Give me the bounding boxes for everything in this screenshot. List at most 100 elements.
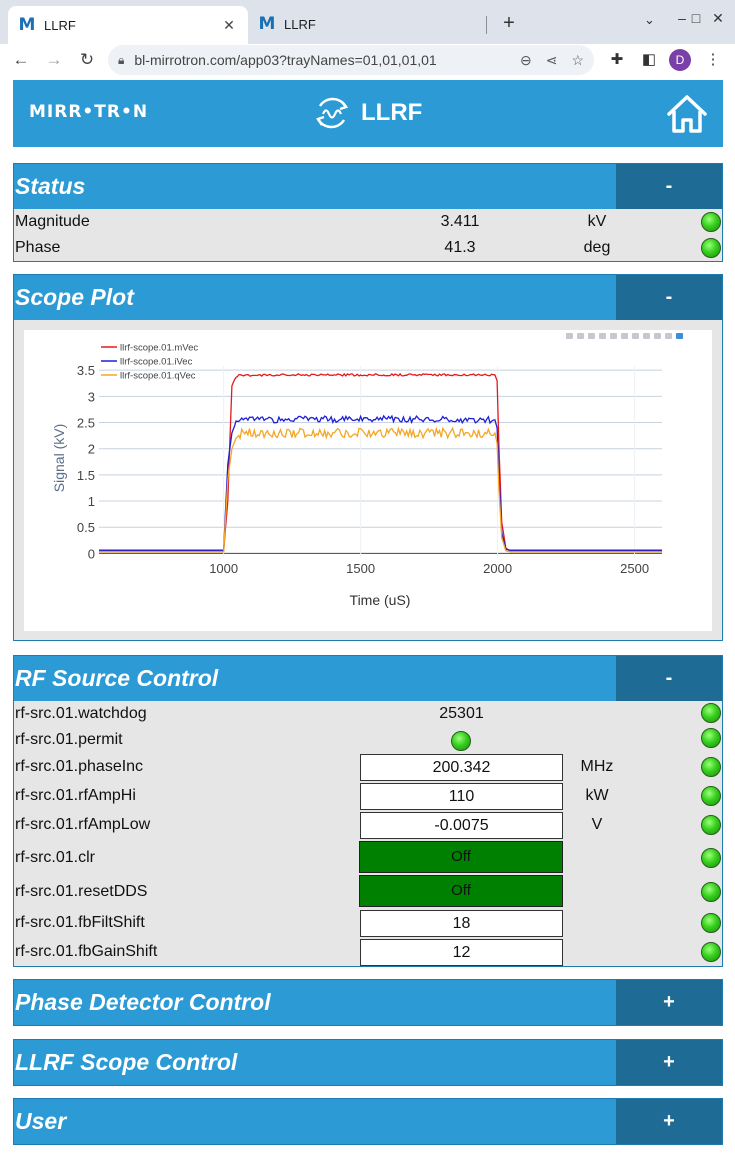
clr-toggle-button[interactable]: Off	[359, 841, 563, 873]
status-value: 41.3	[444, 239, 476, 256]
rf-unit: V	[591, 816, 603, 833]
extensions-icon[interactable]: ✚	[606, 49, 628, 71]
new-tab-plus-icon[interactable]: +	[498, 12, 520, 35]
tab-search-chevron-icon[interactable]: ⌄	[644, 12, 655, 28]
fbgainshift-input[interactable]: 12	[360, 939, 563, 966]
x-tick-label: 1500	[346, 561, 375, 576]
rf-led-indicator	[701, 942, 721, 962]
y-tick-label: 3.5	[77, 363, 95, 378]
scope-plot-collapse-button[interactable]: -	[616, 275, 722, 320]
reload-icon[interactable]: ↻	[76, 49, 98, 71]
user-panel-header: User +	[14, 1099, 722, 1144]
rf-led-indicator	[701, 757, 721, 777]
chart-series-layer	[99, 372, 662, 553]
zoom-icon[interactable]: ⊖	[520, 52, 532, 69]
rf-label: rf-src.01.phaseInc	[15, 758, 144, 775]
url-text[interactable]: bl-mirrotron.com/app03?trayNames=01,01,0…	[134, 52, 506, 68]
bookmark-star-icon[interactable]: ☆	[571, 52, 584, 69]
fbfiltshift-input[interactable]: 18	[360, 910, 563, 937]
pan-icon[interactable]	[588, 333, 595, 339]
side-panel-icon[interactable]: ◧	[638, 49, 660, 71]
menu-kebab-icon[interactable]: ⋮	[702, 49, 724, 71]
y-tick-label: 1.5	[77, 468, 95, 483]
scope-chart[interactable]: 0 0.5 1 1.5 2 2.5 3 3.5 1000 1500 2000 2500 llrf-sc…	[24, 330, 712, 631]
rfamplow-input[interactable]: -0.0075	[360, 812, 563, 839]
chart-grid	[99, 366, 662, 556]
rf-led-indicator	[701, 703, 721, 723]
status-row-phase: Phase 41.3 deg	[14, 235, 722, 261]
chart-x-axis-label: Time (uS)	[350, 592, 411, 608]
rf-row-clr: rf-src.01.clr Off	[14, 840, 722, 874]
close-window-icon[interactable]: ✕	[708, 10, 728, 27]
status-panel-title: Status	[15, 173, 86, 199]
rf-value: 25301	[439, 705, 484, 722]
series-line-2	[99, 414, 662, 551]
x-tick-label: 1000	[209, 561, 238, 576]
tab-favicon: M	[258, 14, 276, 34]
status-unit: kV	[587, 213, 607, 230]
llrf-scope-control-panel-header: LLRF Scope Control +	[14, 1040, 722, 1085]
home-icon[interactable]	[665, 92, 709, 136]
rf-source-collapse-button[interactable]: -	[616, 656, 722, 701]
tab-title: LLRF	[284, 16, 316, 32]
phase-detector-panel-header: Phase Detector Control +	[14, 980, 722, 1025]
browser-tab-llrf[interactable]: M LLRF	[252, 8, 484, 40]
rf-unit: kW	[585, 787, 609, 804]
maximize-icon[interactable]: □	[676, 10, 700, 26]
address-bar[interactable]: 🔒︎ bl-mirrotron.com/app03?trayNames=01,0…	[108, 45, 594, 75]
scope-plot-panel: Scope Plot - 0 0.5 1 1.5 2 2.5 3 3.5 1000 1500 200…	[13, 274, 723, 641]
phaseinc-input[interactable]: 200.342	[360, 754, 563, 781]
rf-label: rf-src.01.fbGainShift	[15, 943, 158, 960]
user-panel-title: User	[15, 1108, 67, 1134]
rf-row-fbfiltshift: rf-src.01.fbFiltShift 18	[14, 908, 722, 937]
rf-led-indicator	[701, 882, 721, 902]
hover-closest-icon[interactable]	[654, 333, 661, 339]
rf-label: rf-src.01.fbFiltShift	[15, 914, 145, 931]
llrf-scope-control-panel: LLRF Scope Control +	[13, 1039, 723, 1086]
back-arrow-icon[interactable]: ←	[10, 49, 32, 71]
rf-row-fbgainshift: rf-src.01.fbGainShift 12	[14, 937, 722, 966]
forward-arrow-icon[interactable]: →	[43, 49, 65, 71]
status-panel: Status - Magnitude 3.411 kV Phase 41.3 d…	[13, 163, 723, 262]
llrf-scope-control-expand-button[interactable]: +	[616, 1040, 722, 1085]
chart-legend[interactable]: llrf-scope.01.mVec llrf-scope.01.iVec llrf…	[101, 343, 198, 382]
legend-entry[interactable]: llrf-scope.01.mVec	[120, 343, 198, 354]
lock-icon[interactable]: 🔒︎	[118, 53, 124, 68]
status-value: 3.411	[440, 213, 480, 230]
tab-close-icon[interactable]: ✕	[220, 17, 238, 34]
rf-source-panel-title: RF Source Control	[15, 665, 219, 691]
spike-icon[interactable]	[643, 333, 650, 339]
zoom-icon[interactable]	[577, 333, 584, 339]
browser-tab-llrf-active[interactable]: M LLRF ✕	[8, 6, 248, 44]
plot-modebar[interactable]	[566, 333, 683, 339]
rf-row-rfamphi: rf-src.01.rfAmpHi 110 kW	[14, 782, 722, 811]
zoom-in-icon[interactable]	[599, 333, 606, 339]
profile-avatar[interactable]: D	[669, 49, 691, 71]
autoscale-icon[interactable]	[621, 333, 628, 339]
phase-detector-expand-button[interactable]: +	[616, 980, 722, 1025]
brand-logo: MIRR•TR•N	[29, 102, 149, 122]
resetdds-toggle-button[interactable]: Off	[359, 875, 563, 907]
share-icon[interactable]: ⋖	[546, 52, 558, 69]
legend-entry[interactable]: llrf-scope.01.qVec	[120, 371, 196, 382]
browser-toolbar: ← → ↻ 🔒︎ bl-mirrotron.com/app03?trayName…	[0, 44, 735, 76]
camera-icon[interactable]	[566, 333, 573, 339]
status-led-indicator	[701, 238, 721, 258]
rf-label: rf-src.01.clr	[15, 849, 95, 866]
status-collapse-button[interactable]: -	[616, 164, 722, 209]
rf-label: rf-src.01.watchdog	[15, 705, 147, 722]
plotly-logo-icon[interactable]	[676, 333, 683, 339]
rfamphi-input[interactable]: 110	[360, 783, 563, 810]
legend-entry[interactable]: llrf-scope.01.iVec	[120, 357, 193, 368]
user-panel: User +	[13, 1098, 723, 1145]
chart-y-axis-label: Signal (kV)	[51, 424, 67, 492]
reset-axes-icon[interactable]	[632, 333, 639, 339]
phase-detector-panel: Phase Detector Control +	[13, 979, 723, 1026]
series-line-3	[99, 425, 662, 553]
scope-plot-area[interactable]: 0 0.5 1 1.5 2 2.5 3 3.5 1000 1500 2000 2500 llrf-sc…	[24, 330, 712, 631]
zoom-out-icon[interactable]	[610, 333, 617, 339]
hover-compare-icon[interactable]	[665, 333, 672, 339]
llrf-scope-control-panel-title: LLRF Scope Control	[15, 1049, 238, 1075]
user-expand-button[interactable]: +	[616, 1099, 722, 1144]
y-tick-label: 2.5	[77, 416, 95, 431]
